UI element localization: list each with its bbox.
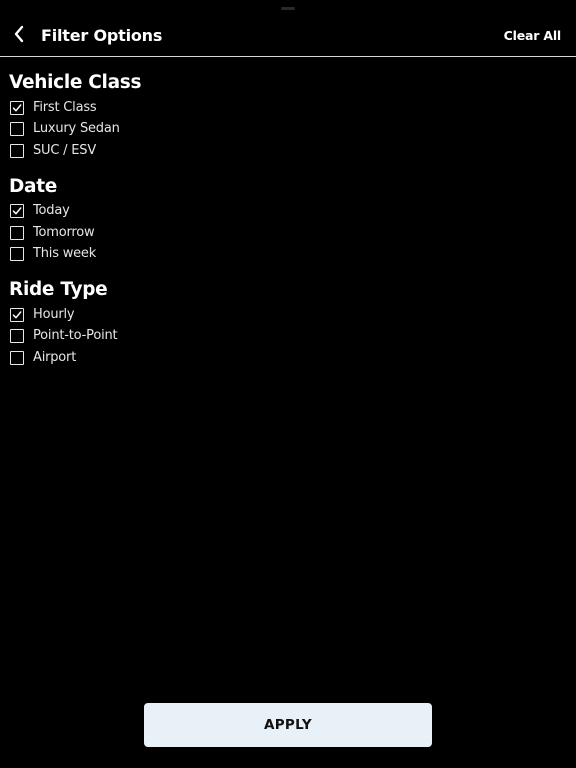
section-date: Date Today Tomorrow This week — [9, 174, 569, 266]
option-hourly[interactable]: Hourly — [9, 304, 569, 326]
checkbox[interactable] — [10, 247, 24, 262]
filter-list: Vehicle Class First Class Luxury Sedan S… — [9, 70, 569, 381]
option-label: Hourly — [33, 306, 75, 322]
option-label: Luxury Sedan — [33, 121, 120, 137]
option-first-class[interactable]: First Class — [9, 97, 569, 119]
option-luxury-sedan[interactable]: Luxury Sedan — [9, 119, 569, 141]
option-today[interactable]: Today — [9, 201, 569, 223]
apply-button-label: APPLY — [263, 717, 312, 733]
option-label: Today — [33, 203, 70, 219]
checkmark-icon — [12, 207, 22, 215]
header: Filter Options Clear All — [0, 0, 576, 57]
back-button[interactable] — [6, 22, 32, 50]
section-ride-type: Ride Type Hourly Point-to-Point Airport — [9, 277, 569, 369]
checkbox[interactable] — [10, 225, 24, 240]
option-airport[interactable]: Airport — [9, 347, 569, 369]
option-label: This week — [33, 246, 97, 262]
checkbox[interactable] — [10, 143, 24, 158]
option-label: Airport — [33, 349, 77, 365]
checkbox[interactable] — [10, 204, 24, 219]
checkbox[interactable] — [10, 122, 24, 137]
section-title: Ride Type — [9, 279, 108, 300]
option-this-week[interactable]: This week — [9, 244, 569, 266]
option-label: Point-to-Point — [33, 328, 118, 344]
section-title: Vehicle Class — [9, 72, 142, 93]
checkbox[interactable] — [10, 307, 24, 322]
checkbox[interactable] — [10, 100, 24, 115]
section-title: Date — [9, 175, 58, 197]
checkmark-icon — [12, 104, 22, 112]
clear-all-button[interactable]: Clear All — [504, 27, 562, 45]
option-suc-esv[interactable]: SUC / ESV — [9, 140, 569, 162]
option-label: First Class — [33, 99, 97, 115]
page-title: Filter Options — [41, 26, 163, 45]
section-vehicle-class: Vehicle Class First Class Luxury Sedan S… — [9, 70, 569, 162]
option-label: SUC / ESV — [33, 142, 97, 158]
checkbox[interactable] — [10, 350, 24, 365]
option-label: Tomorrow — [33, 224, 95, 240]
option-point-to-point[interactable]: Point-to-Point — [9, 326, 569, 348]
chevron-left-icon — [13, 25, 25, 47]
apply-button[interactable]: APPLY — [144, 703, 432, 747]
checkbox[interactable] — [10, 329, 24, 344]
checkmark-icon — [12, 311, 22, 319]
option-tomorrow[interactable]: Tomorrow — [9, 222, 569, 244]
